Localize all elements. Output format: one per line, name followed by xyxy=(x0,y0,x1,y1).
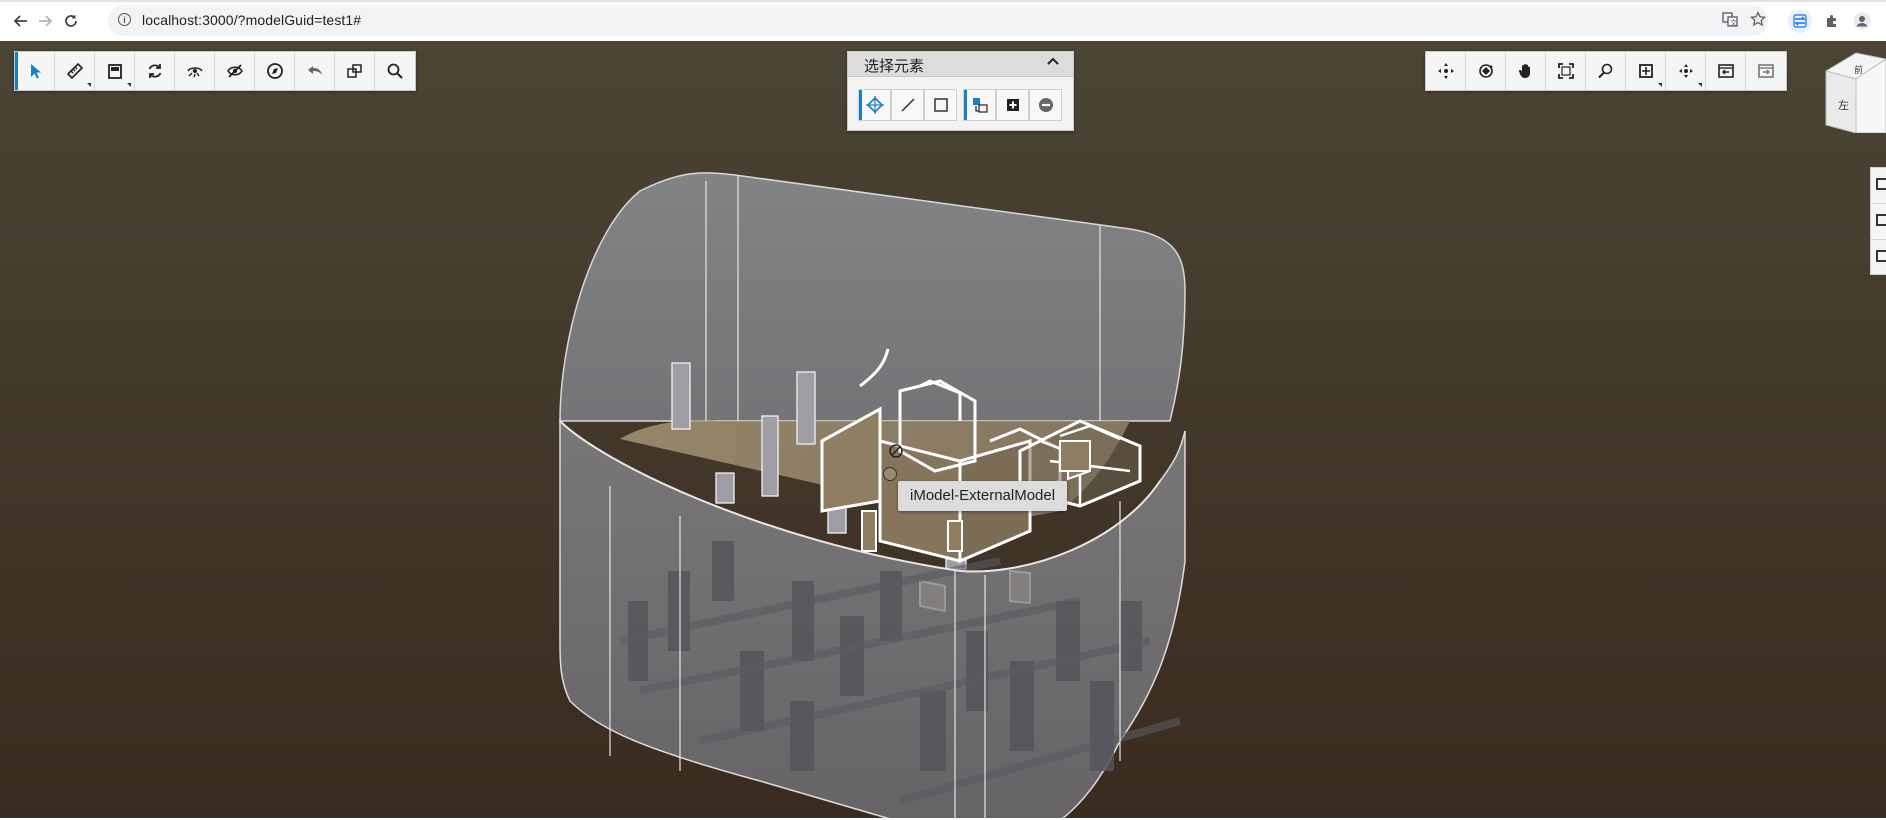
star-icon[interactable] xyxy=(1749,10,1767,32)
replace-selection-button[interactable] xyxy=(963,89,996,121)
add-to-selection-button[interactable] xyxy=(996,89,1029,121)
zoom-window-icon xyxy=(1597,63,1612,79)
url-text[interactable]: localhost:3000/?modelGuid=test1# xyxy=(142,12,361,28)
isolate-tool-button[interactable] xyxy=(215,52,255,90)
point-select-icon xyxy=(865,96,884,114)
side-tab-layers[interactable] xyxy=(1871,240,1886,275)
element-tooltip: iModel-ExternalModel xyxy=(898,481,1068,511)
walk-view-button[interactable] xyxy=(1666,52,1706,90)
pick-point-mode-button[interactable] xyxy=(858,89,891,121)
box-mode-button[interactable] xyxy=(924,89,957,121)
hide-eye-icon xyxy=(186,67,203,78)
orbit-icon xyxy=(1478,64,1493,78)
fit-view-button[interactable] xyxy=(1546,52,1586,90)
chevron-up-icon[interactable] xyxy=(1047,55,1059,67)
line-mode-button[interactable] xyxy=(891,89,924,121)
puzzle-extension-icon[interactable] xyxy=(1820,9,1844,33)
side-tab-tree[interactable] xyxy=(1871,204,1886,240)
section-tool-button[interactable] xyxy=(95,52,135,90)
translate-icon[interactable]: 文 xyxy=(1722,11,1738,32)
side-tab-icon xyxy=(1876,250,1886,262)
compass-tool-button[interactable] xyxy=(255,52,295,90)
select-panel-header[interactable]: 选择元素 xyxy=(848,52,1073,77)
previous-view-button[interactable] xyxy=(1706,52,1746,90)
zoom-window-button[interactable] xyxy=(1586,52,1626,90)
refresh-tool-button[interactable] xyxy=(135,52,175,90)
remove-from-selection-button[interactable] xyxy=(1029,89,1062,121)
cursor-arrow-icon xyxy=(30,64,41,79)
replace-selection-icon xyxy=(972,98,988,113)
magnifier-icon xyxy=(387,63,403,79)
window-area-icon xyxy=(346,64,362,78)
select-mode-row xyxy=(858,89,1062,121)
hull-back-shell xyxy=(559,172,1186,422)
rotate-view-icon xyxy=(1437,63,1454,79)
measure-tool-button[interactable] xyxy=(55,52,95,90)
viewcube-side-label[interactable]: 左 xyxy=(1838,99,1849,112)
select-panel-title: 选择元素 xyxy=(864,58,925,75)
fit-view-icon xyxy=(1557,63,1574,79)
svg-text:文: 文 xyxy=(1730,18,1737,27)
undo-tool-button[interactable] xyxy=(295,52,335,90)
box-select-icon xyxy=(933,98,948,112)
model-viewport[interactable]: iModel-ExternalModel 选择元素 前 左 xyxy=(0,41,1886,820)
viewcube-top-label[interactable]: 前 xyxy=(1854,64,1863,76)
side-panel-tabs xyxy=(1870,167,1886,275)
hand-pan-icon xyxy=(1518,64,1530,78)
view-cube[interactable]: 前 左 xyxy=(1820,49,1886,133)
window-area-tool-button[interactable] xyxy=(335,52,375,90)
view-mode-icon xyxy=(1638,64,1653,78)
side-tab-icon xyxy=(1876,214,1886,226)
browser-chrome: i localhost:3000/?modelGuid=test1# 文 xyxy=(0,0,1886,42)
pick-cursor-ring-icon xyxy=(883,467,897,481)
plus-square-icon xyxy=(1006,99,1019,111)
eye-slash-icon xyxy=(226,64,243,78)
refresh-icon xyxy=(148,64,161,78)
orbit-view-button[interactable] xyxy=(1466,52,1506,90)
select-element-panel: 选择元素 xyxy=(847,51,1074,131)
3d-model-scene[interactable] xyxy=(0,41,1886,820)
view-mode-button[interactable] xyxy=(1626,52,1666,90)
submenu-indicator-icon xyxy=(1658,83,1662,87)
search-tool-button[interactable] xyxy=(375,52,415,90)
next-view-button[interactable] xyxy=(1746,52,1786,90)
submenu-indicator-icon xyxy=(1698,83,1702,87)
side-tab-properties[interactable] xyxy=(1871,168,1886,204)
rotate-view-button[interactable] xyxy=(1426,52,1466,90)
back-arrow-icon[interactable] xyxy=(8,9,34,33)
side-tab-icon xyxy=(1876,178,1886,190)
submenu-indicator-icon xyxy=(127,83,131,87)
profile-avatar-icon[interactable] xyxy=(1850,9,1874,33)
hide-element-tool-button[interactable] xyxy=(175,52,215,90)
right-toolbar xyxy=(1425,51,1787,91)
next-view-icon xyxy=(1758,64,1774,78)
site-info-icon[interactable]: i xyxy=(118,13,131,26)
minus-circle-icon xyxy=(1038,98,1053,112)
left-toolbar xyxy=(14,51,416,91)
reload-icon[interactable] xyxy=(58,9,84,33)
address-bar[interactable]: i localhost:3000/?modelGuid=test1# 文 xyxy=(108,5,1768,36)
line-select-icon xyxy=(900,98,915,112)
previous-view-icon xyxy=(1717,64,1734,78)
forward-arrow-icon[interactable] xyxy=(32,9,58,33)
compass-icon xyxy=(266,63,283,79)
undo-icon xyxy=(307,66,322,75)
tab-strip-edge xyxy=(0,0,1886,2)
select-tool-button[interactable] xyxy=(15,52,55,90)
section-box-icon xyxy=(107,64,122,79)
walk-icon xyxy=(1678,64,1693,78)
pan-view-button[interactable] xyxy=(1506,52,1546,90)
submenu-indicator-icon xyxy=(87,83,91,87)
sync-extension-icon[interactable] xyxy=(1788,9,1812,33)
ruler-icon xyxy=(66,62,83,80)
not-allowed-cursor-icon xyxy=(889,444,903,458)
